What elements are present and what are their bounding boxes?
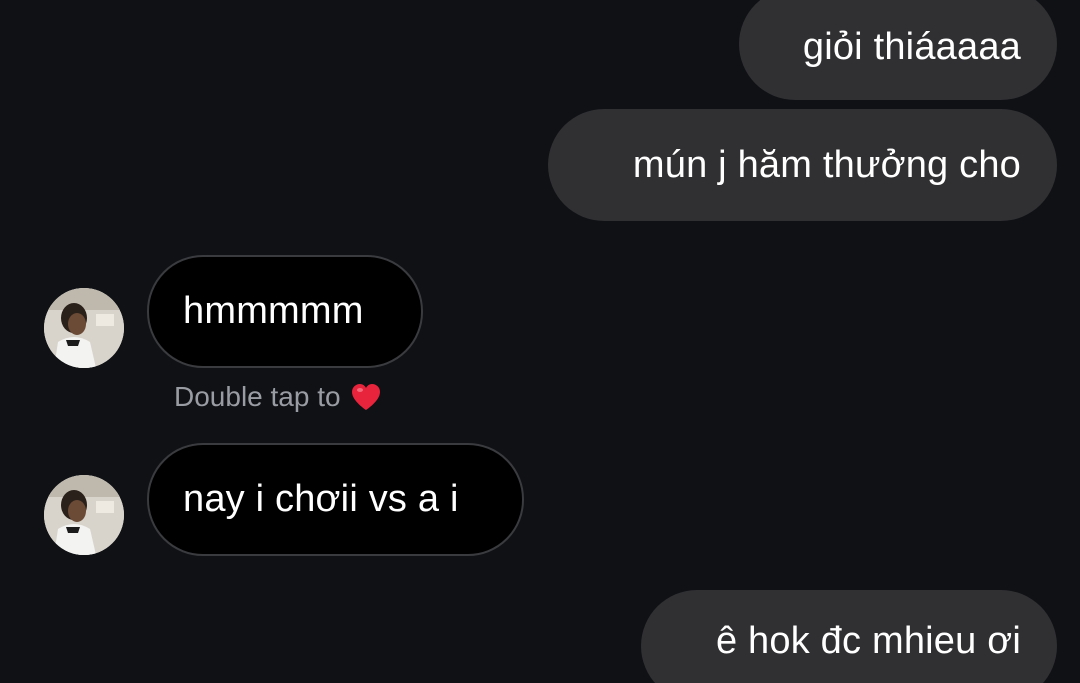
reaction-hint: Double tap to	[174, 377, 381, 417]
contact-photo	[44, 288, 124, 368]
message-text: ê hok đc mhieu ơi	[715, 619, 1021, 662]
message-thread: giỏi thiáaaaa mún j hăm thưởng cho hmmmm…	[0, 0, 1080, 683]
outgoing-message[interactable]: mún j hăm thưởng cho	[548, 109, 1057, 221]
incoming-message[interactable]: hmmmmm	[147, 255, 423, 368]
reaction-hint-text: Double tap to	[174, 381, 341, 412]
contact-photo	[44, 475, 124, 555]
outgoing-message[interactable]: ê hok đc mhieu ơi	[641, 590, 1057, 683]
message-text: hmmmmm	[183, 290, 364, 332]
message-text: mún j hăm thưởng cho	[632, 143, 1021, 186]
message-text: giỏi thiáaaaa	[802, 25, 1021, 68]
contact-avatar[interactable]	[44, 288, 124, 368]
outgoing-message[interactable]: giỏi thiáaaaa	[739, 0, 1057, 100]
heart-icon	[351, 383, 381, 411]
incoming-message[interactable]: nay i chơii vs a i	[147, 443, 524, 556]
contact-avatar[interactable]	[44, 475, 124, 555]
message-text: nay i chơii vs a i	[183, 478, 459, 520]
